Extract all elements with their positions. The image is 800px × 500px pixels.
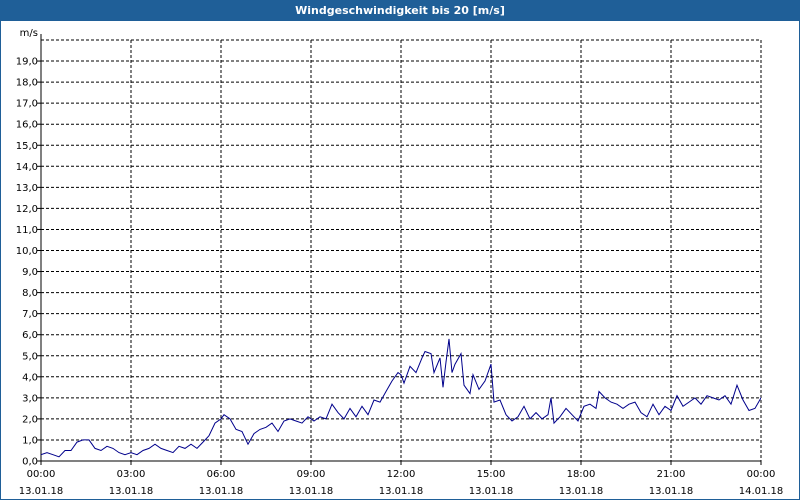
x-tick-date: 13.01.18 [199,486,244,497]
y-tick-label: 1,0 [22,435,38,446]
x-tick-date: 13.01.18 [649,486,694,497]
y-tick-label: 13,0 [16,183,38,194]
y-tick-label: 0,0 [22,457,38,468]
y-tick-label: 18,0 [16,78,38,89]
x-tick-date: 13.01.18 [469,486,514,497]
axes [37,34,762,465]
wind-speed-chart: 0,0 1,0 2,0 3,0 4,0 5,0 6,0 7,0 8,0 9,0 10,0 11,0 12… [16,28,784,497]
y-tick-label: 19,0 [16,57,38,68]
x-tick-time: 12:00 [387,469,416,480]
chart-window: Windgeschwindigkeit bis 20 [m/s] 0,0 1,0 2… [0,0,800,500]
y-tick-label: 6,0 [22,330,38,341]
x-tick-time: 00:00 [747,469,776,480]
grid [41,39,762,461]
y-tick-label: 2,0 [22,414,38,425]
x-tick-time: 06:00 [207,469,236,480]
x-tick-time: 15:00 [477,469,506,480]
x-tick-time: 03:00 [117,469,146,480]
y-tick-label: 11,0 [16,225,38,236]
x-tick-date: 13.01.18 [559,486,604,497]
x-tick-date: 13.01.18 [109,486,154,497]
x-tick-time: 00:00 [27,469,56,480]
y-tick-label: 15,0 [16,141,38,152]
y-tick-label: 12,0 [16,204,38,215]
x-tick-time: 09:00 [297,469,326,480]
y-tick-label: 8,0 [22,288,38,299]
y-tick-label: 5,0 [22,351,38,362]
x-tick-date: 13.01.18 [19,486,64,497]
x-tick-time: 18:00 [567,469,596,480]
y-tick-label: 14,0 [16,162,38,173]
y-tick-label: 16,0 [16,120,38,131]
x-tick-time: 21:00 [657,469,686,480]
y-tick-label: 10,0 [16,246,38,257]
y-tick-label: 9,0 [22,267,38,278]
x-tick-date: 13.01.18 [289,486,334,497]
y-tick-label: 4,0 [22,372,38,383]
y-tick-label: 17,0 [16,99,38,110]
x-tick-date: 14.01.18 [739,486,784,497]
chart-title: Windgeschwindigkeit bis 20 [m/s] [1,1,799,21]
y-tick-label: 7,0 [22,309,38,320]
y-axis-label: m/s [20,28,38,39]
x-tick-date: 13.01.18 [379,486,424,497]
y-tick-label: 3,0 [22,393,38,404]
